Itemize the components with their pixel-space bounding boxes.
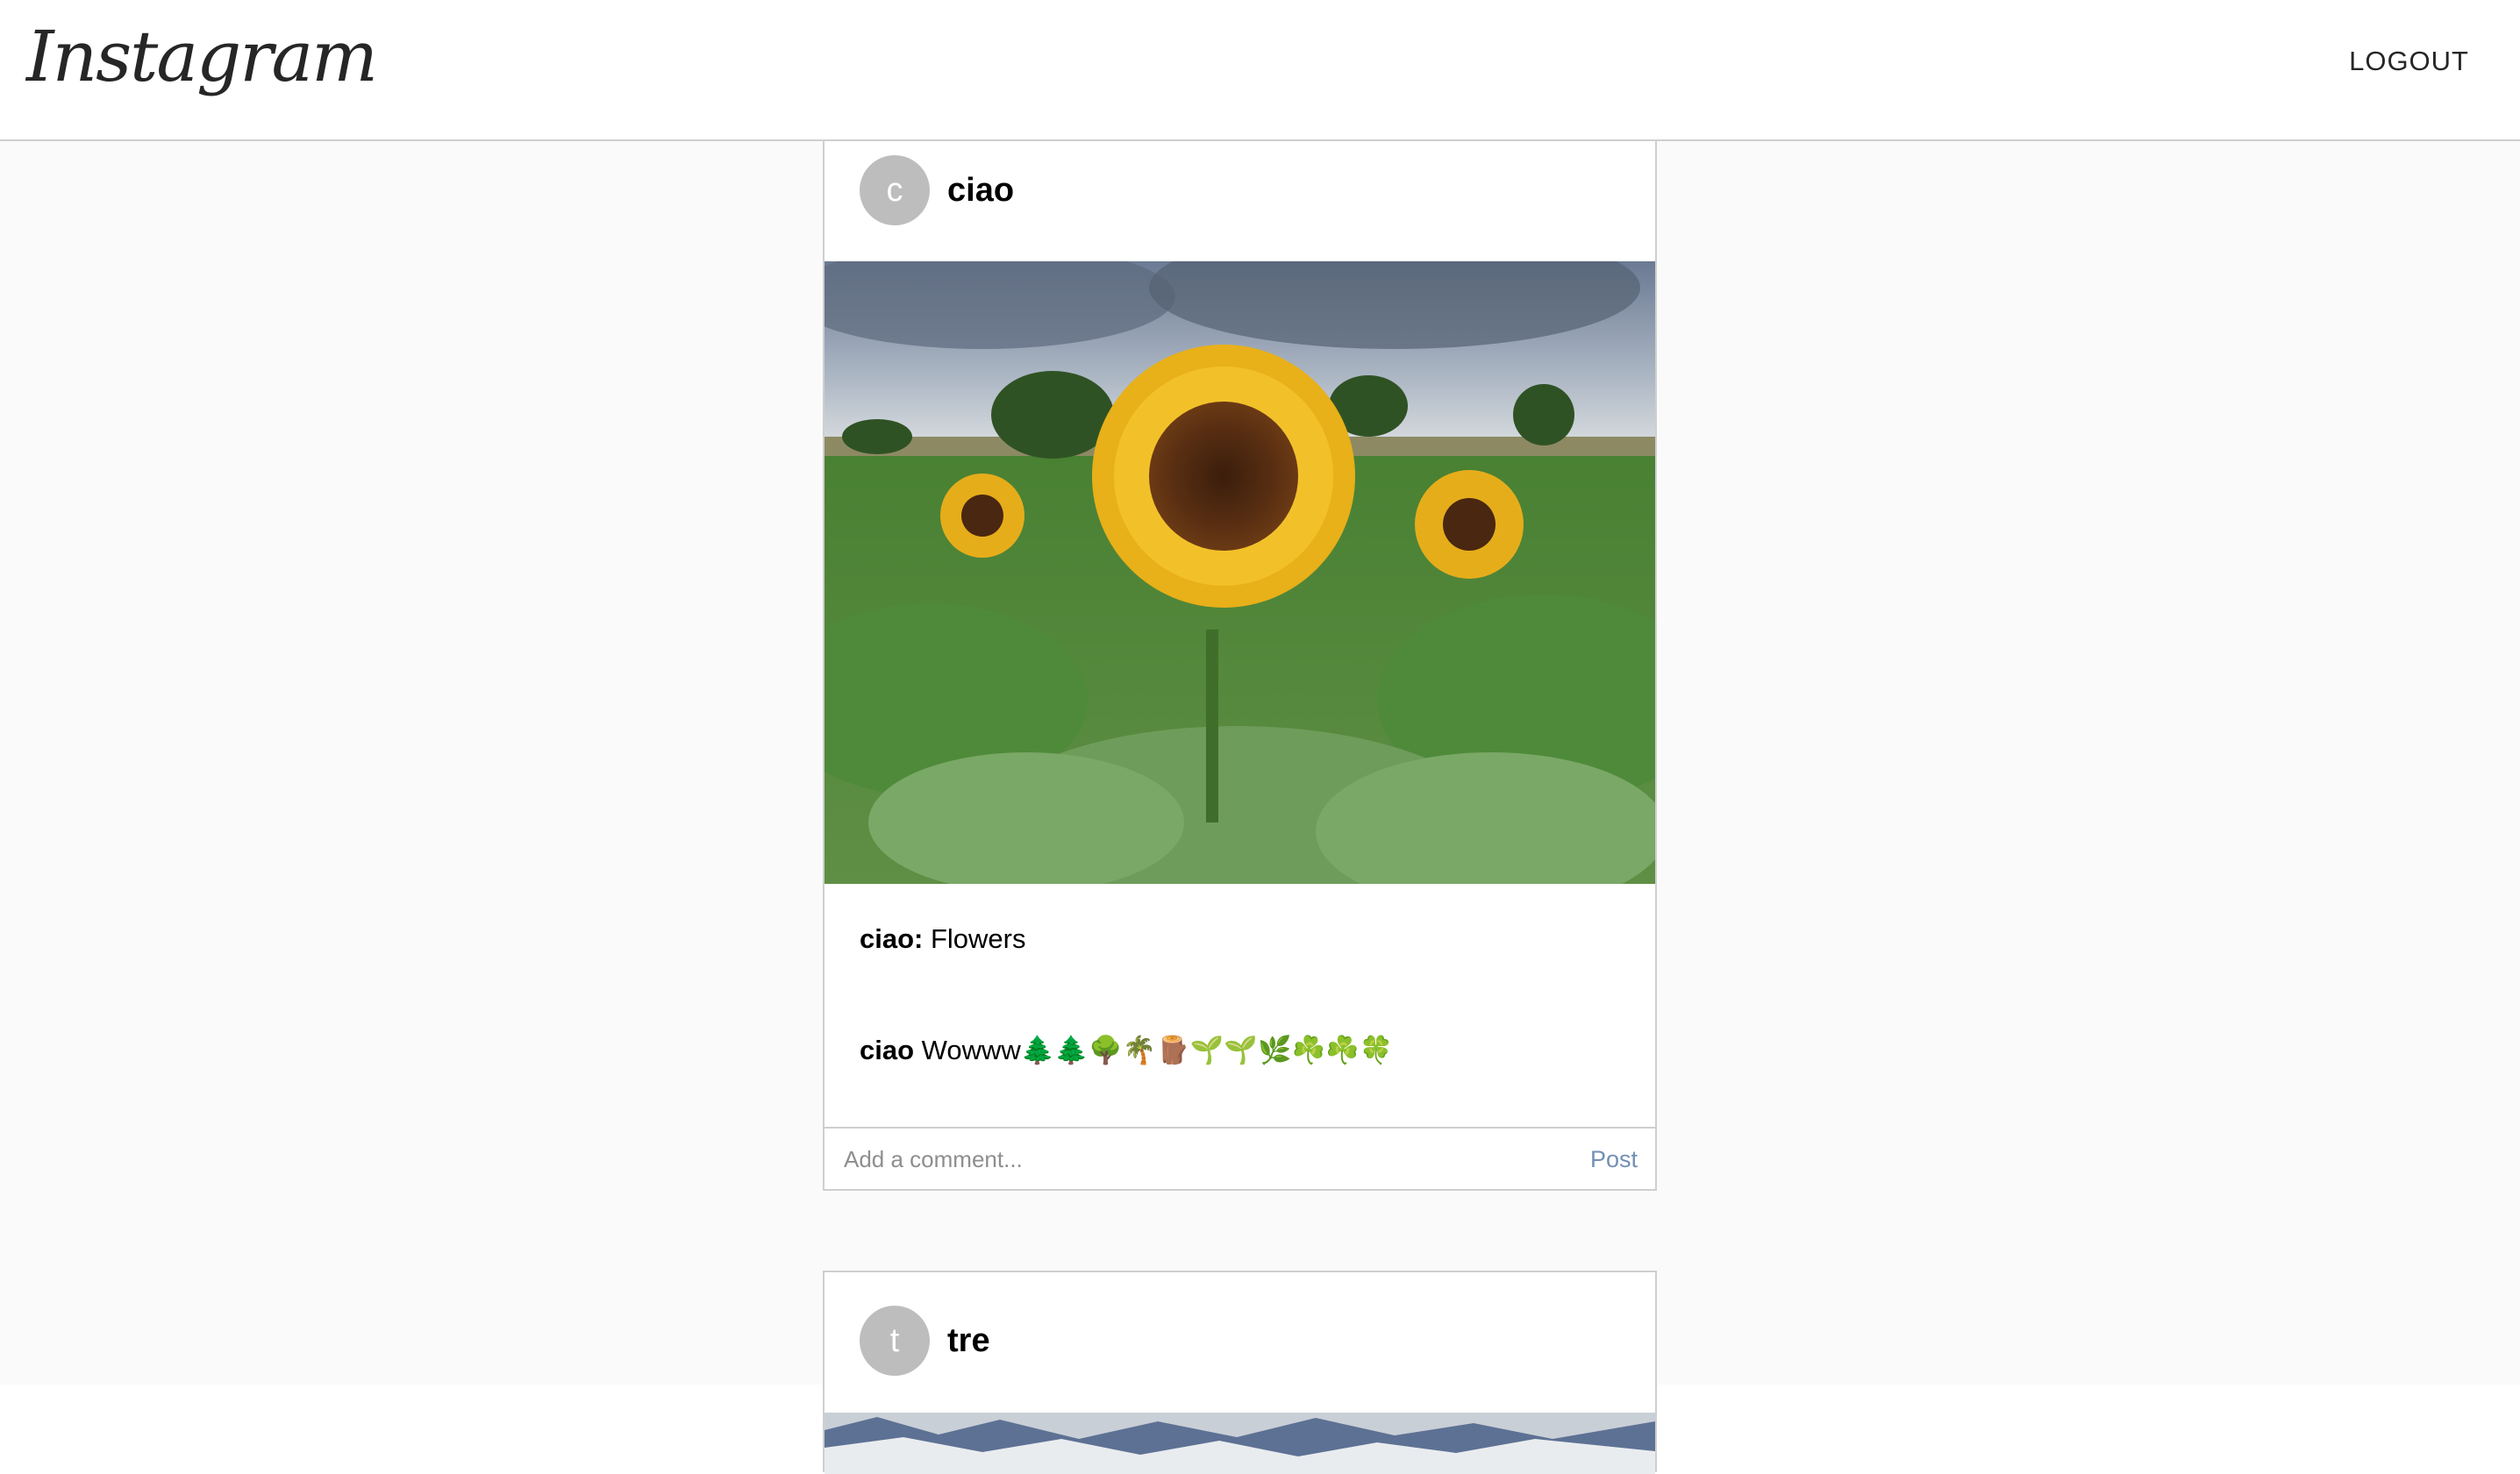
post-username[interactable]: ciao	[947, 172, 1014, 210]
logout-button[interactable]: LOGOUT	[2349, 46, 2469, 77]
post-comment-button[interactable]: Post	[1590, 1146, 1638, 1173]
post-header: c ciao	[825, 141, 1655, 261]
post-username[interactable]: tre	[947, 1322, 990, 1360]
post-card: t tre	[823, 1271, 1657, 1474]
comment-input[interactable]	[842, 1139, 1526, 1179]
instagram-logo[interactable]: Instagram	[26, 16, 378, 97]
post-header: t tre	[825, 1272, 1655, 1413]
comment-username[interactable]: ciao	[860, 1035, 914, 1065]
caption-text: Flowers	[930, 923, 1026, 954]
landscape-photo	[825, 1413, 1655, 1474]
caption-username[interactable]: ciao:	[860, 923, 923, 954]
top-navbar: Instagram LOGOUT	[0, 0, 2520, 141]
sunflower-photo	[825, 261, 1655, 884]
comment-form: Post	[825, 1127, 1655, 1191]
comment-item: ciao Wowww🌲🌲🌳🌴🪵🌱🌱🌿☘️☘️🍀	[860, 1034, 1393, 1066]
avatar[interactable]: c	[860, 155, 930, 225]
post-image[interactable]	[825, 1413, 1655, 1474]
post-image[interactable]	[825, 261, 1655, 884]
comment-text: Wowww🌲🌲🌳🌴🪵🌱🌱🌿☘️☘️🍀	[921, 1035, 1394, 1065]
post-card: c ciao ciao: Flowers ciao Wowww🌲🌲🌳🌴🪵🌱🌱🌿☘…	[823, 139, 1657, 1191]
avatar[interactable]: t	[860, 1306, 930, 1376]
post-caption: ciao: Flowers	[860, 923, 1026, 955]
